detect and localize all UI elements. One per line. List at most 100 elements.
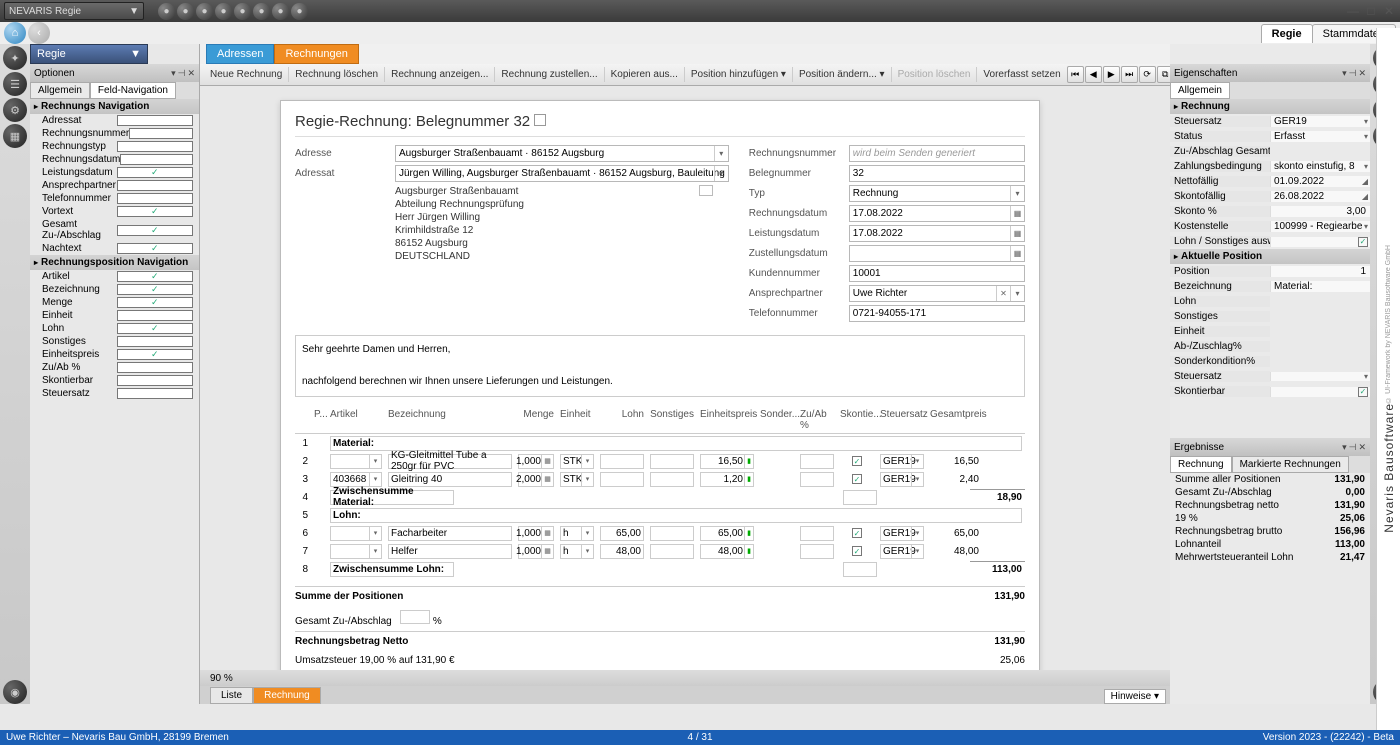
tbtn-loeschen[interactable]: Rechnung löschen [288,67,384,82]
pager-first[interactable]: ⏮ [1067,66,1084,83]
qbtn-4[interactable]: ● [215,3,232,20]
calendar-icon[interactable]: ▦ [1010,206,1024,221]
field-toggle[interactable]: Menge✓ [30,296,199,309]
pin-icon[interactable]: ⊣ [178,68,186,79]
close-panel-icon[interactable]: ✕ [1358,442,1366,453]
rail-btn-3[interactable]: ⚙ [3,98,27,122]
home-button[interactable]: ⌂ [4,22,26,44]
property-row[interactable]: Einheit [1170,324,1370,339]
field-toggle[interactable]: Lohn✓ [30,322,199,335]
grid-row[interactable]: 2 ▾ KG-Gleitmittel Tube a 250gr für PVC … [295,452,1025,470]
property-row[interactable]: Zahlungsbedingungskonto einstufig, 8▾ [1170,159,1370,174]
chevron-down-icon[interactable]: ▾ [1010,286,1024,301]
property-row[interactable]: Skontofällig26.08.2022◢ [1170,189,1370,204]
pager-last[interactable]: ⏭ [1121,66,1138,83]
property-row[interactable]: Position1 [1170,264,1370,279]
dropdown-icon[interactable]: ▾ [171,68,176,79]
pin-icon[interactable]: ⊣ [1349,68,1357,79]
minimize-icon[interactable]: — [1346,4,1360,18]
input-zdat[interactable]: ▦ [849,245,1025,262]
group-rechnung-nav[interactable]: Rechnungs Navigation [30,99,199,114]
grid-row[interactable]: 4Zwischensumme Material:18,90 [295,488,1025,506]
input-zuabschlag[interactable] [400,610,430,624]
property-row[interactable]: Zu-/Abschlag Gesamt % [1170,144,1370,159]
dropdown-icon[interactable]: ▾ [1342,68,1347,79]
field-toggle[interactable]: Einheit [30,309,199,322]
property-row[interactable]: Sonderkondition% [1170,354,1370,369]
hinweise-dropdown[interactable]: Hinweise ▾ [1104,689,1166,704]
rail-btn-4[interactable]: ▦ [3,124,27,148]
mail-icon[interactable] [699,185,713,196]
field-toggle[interactable]: Ansprechpartner [30,179,199,192]
group-position-nav[interactable]: Rechnungsposition Navigation [30,255,199,270]
field-toggle[interactable]: Sonstiges [30,335,199,348]
field-toggle[interactable]: Gesamt Zu-/Abschlag✓ [30,218,199,242]
greeting-text[interactable]: Sehr geehrte Damen und Herren, nachfolge… [295,335,1025,397]
field-toggle[interactable]: Steuersatz [30,387,199,400]
clear-icon[interactable]: ✕ [996,286,1010,301]
field-toggle[interactable]: Skontierbar [30,374,199,387]
rail-btn-2[interactable]: ☰ [3,72,27,96]
input-ap[interactable]: Uwe Richter✕▾ [849,285,1025,302]
tbtn-anzeigen[interactable]: Rechnung anzeigen... [384,67,494,82]
tbtn-kopieren[interactable]: Kopieren aus... [604,67,684,82]
document-viewport[interactable]: Regie-Rechnung: Belegnummer 32 Adresse A… [200,86,1170,670]
rail-btn-1[interactable]: ✦ [3,46,27,70]
pager-refresh[interactable]: ⟳ [1139,66,1156,83]
erg-tab-markiert[interactable]: Markierte Rechnungen [1232,456,1349,473]
group-rechnung[interactable]: Rechnung [1170,99,1370,114]
btab-liste[interactable]: Liste [210,687,253,704]
input-rdat[interactable]: 17.08.2022▦ [849,205,1025,222]
field-toggle[interactable]: Rechnungsdatum [30,153,199,166]
group-aktuelle-pos[interactable]: Aktuelle Position [1170,249,1370,264]
calendar-icon[interactable]: ▦ [1010,246,1024,261]
pager-prev[interactable]: ◀ [1085,66,1102,83]
field-toggle[interactable]: Telefonnummer [30,192,199,205]
rail-btn-bottom[interactable]: ◉ [3,680,27,704]
grid-row[interactable]: 8Zwischensumme Lohn:113,00 [295,560,1025,578]
qbtn-5[interactable]: ● [234,3,251,20]
tbtn-neue[interactable]: Neue Rechnung [204,67,288,82]
module-dropdown[interactable]: Regie▼ [30,44,148,64]
field-toggle[interactable]: Leistungsdatum✓ [30,166,199,179]
chevron-down-icon[interactable]: ▾ [1010,186,1024,201]
eig-tab-allgemein[interactable]: Allgemein [1170,82,1230,99]
field-toggle[interactable]: Rechnungstyp [30,140,199,153]
subtab-rechnungen[interactable]: Rechnungen [274,44,358,64]
chevron-down-icon[interactable]: ▾ [714,146,728,161]
property-row[interactable]: Kostenstelle100999 - Regiearbe▾ [1170,219,1370,234]
input-bel[interactable]: 32 [849,165,1025,182]
close-panel-icon[interactable]: ✕ [187,68,195,79]
qbtn-8[interactable]: ● [291,3,308,20]
erg-tab-rechnung[interactable]: Rechnung [1170,456,1232,473]
field-toggle[interactable]: Artikel✓ [30,270,199,283]
calendar-icon[interactable]: ▦ [1010,226,1024,241]
tbtn-zustellen[interactable]: Rechnung zustellen... [494,67,603,82]
property-row[interactable]: BezeichnungMaterial: [1170,279,1370,294]
field-toggle[interactable]: Nachtext✓ [30,242,199,255]
field-toggle[interactable]: Rechnungsnummer [30,127,199,140]
property-row[interactable]: Skontierbar✓ [1170,384,1370,399]
property-row[interactable]: Sonstiges [1170,309,1370,324]
grid-row[interactable]: 5Lohn: [295,506,1025,524]
app-title-dropdown[interactable]: NEVARIS Regie▼ [4,2,144,20]
property-row[interactable]: Steuersatz▾ [1170,369,1370,384]
qbtn-3[interactable]: ● [196,3,213,20]
back-button[interactable]: ‹ [28,22,50,44]
qbtn-6[interactable]: ● [253,3,270,20]
input-typ[interactable]: Rechnung▾ [849,185,1025,202]
property-row[interactable]: Lohn / Sonstiges auswei...✓ [1170,234,1370,249]
popout-icon[interactable] [534,114,546,126]
qbtn-7[interactable]: ● [272,3,289,20]
tbtn-pos-hinzu[interactable]: Position hinzufügen ▾ [684,67,792,82]
input-adresse[interactable]: Augsburger Straßenbauamt · 86152 Augsbur… [395,145,729,162]
property-row[interactable]: Ab-/Zuschlag% [1170,339,1370,354]
property-row[interactable]: SteuersatzGER19▾ [1170,114,1370,129]
chevron-down-icon[interactable]: ▾ [714,166,728,181]
options-tab-allgemein[interactable]: Allgemein [30,82,90,99]
input-adressat[interactable]: Jürgen Willing, Augsburger Straßenbauamt… [395,165,729,182]
field-toggle[interactable]: Adressat [30,114,199,127]
tbtn-vorerfasst[interactable]: Vorerfasst setzen [976,67,1066,82]
pager-popout[interactable]: ⧉ [1157,66,1170,83]
close-icon[interactable]: ✕ [1382,4,1396,18]
